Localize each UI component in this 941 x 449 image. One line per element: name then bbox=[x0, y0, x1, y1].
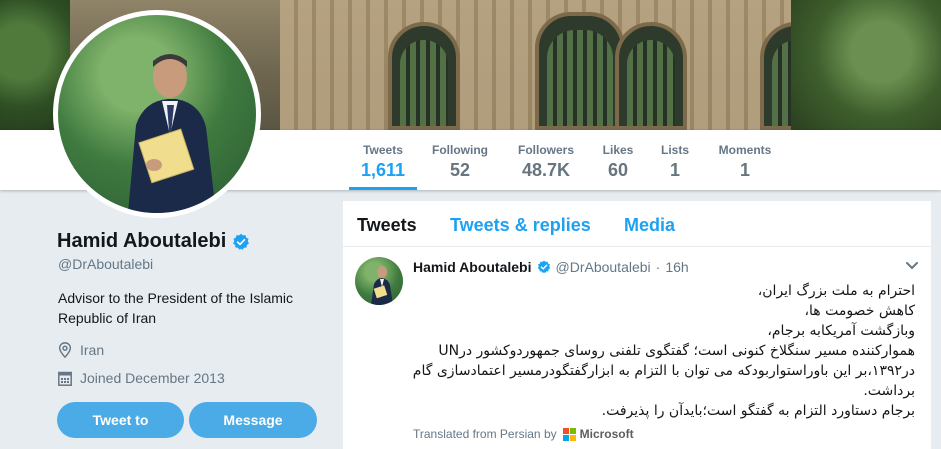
calendar-icon bbox=[58, 371, 72, 386]
profile-bio: Advisor to the President of the Islamic … bbox=[58, 288, 318, 328]
translated-prefix: Translated from Persian by bbox=[413, 427, 557, 441]
stat-label: Likes bbox=[602, 143, 634, 157]
stat-moments[interactable]: Moments 1 bbox=[714, 130, 776, 190]
profile-name-text: Hamid Aboutalebi bbox=[57, 230, 227, 252]
tweet-author-handle[interactable]: @DrAboutalebi bbox=[556, 259, 651, 275]
stat-value: 1 bbox=[669, 160, 680, 180]
tweet-text-line: برجام دستاورد التزام به گفتگو است؛بایدآن… bbox=[601, 403, 915, 419]
tweet-timestamp[interactable]: 16h bbox=[665, 259, 688, 275]
tweet-text-line: وبازگشت آمریکابه برجام، bbox=[767, 323, 915, 339]
stat-value: 1 bbox=[739, 160, 750, 180]
joined-text: Joined December 2013 bbox=[80, 370, 225, 386]
location-text: Iran bbox=[80, 342, 105, 358]
tweet-separator: · bbox=[655, 259, 661, 275]
tweet-text-line: در۱۳۹۲،بر این باوراستواربودکه می توان با… bbox=[412, 363, 915, 379]
stat-lists[interactable]: Lists 1 bbox=[657, 130, 693, 190]
stat-label: Following bbox=[432, 143, 488, 157]
stat-value: 52 bbox=[449, 160, 471, 180]
translation-attribution: Translated from Persian by Microsoft bbox=[413, 427, 634, 441]
stat-value: 1,611 bbox=[360, 160, 406, 180]
stat-value: 60 bbox=[607, 160, 629, 180]
bio-line: Advisor to the President of the Islamic bbox=[58, 290, 293, 306]
profile-avatar[interactable] bbox=[53, 10, 261, 218]
stat-label: Moments bbox=[718, 143, 772, 157]
tweet-author-name[interactable]: Hamid Aboutalebi bbox=[413, 259, 532, 275]
profile-location: Iran bbox=[58, 342, 104, 358]
tab-media[interactable]: Media bbox=[624, 215, 675, 236]
translator-name[interactable]: Microsoft bbox=[580, 427, 634, 441]
tweet-item[interactable]: Hamid Aboutalebi @DrAboutalebi · 16h احت… bbox=[343, 247, 931, 449]
bio-line: Republic of Iran bbox=[58, 310, 157, 326]
location-pin-icon bbox=[58, 342, 72, 358]
tweet-avatar[interactable] bbox=[355, 257, 403, 305]
chevron-down-icon[interactable] bbox=[905, 261, 919, 271]
stat-label: Followers bbox=[517, 143, 574, 157]
stat-following[interactable]: Following 52 bbox=[428, 130, 492, 190]
timeline-panel: Tweets Tweets & replies Media Hamid Abou… bbox=[343, 201, 931, 449]
stat-label: Lists bbox=[660, 143, 689, 157]
tweet-text-line: هموارکننده مسیر سنگلاخ کنونی است؛ گفتگوی… bbox=[438, 343, 915, 359]
verified-badge-icon bbox=[537, 260, 550, 274]
tweet-text-line: برداشت. bbox=[863, 383, 915, 399]
tweet-text-line: کاهش خصومت ها، bbox=[804, 303, 915, 319]
tab-tweets-and-replies[interactable]: Tweets & replies bbox=[450, 215, 591, 236]
stat-label: Tweets bbox=[363, 143, 403, 157]
tweet-text-line: احترام به ملت بزرگ ایران، bbox=[757, 283, 915, 299]
tweet-header: Hamid Aboutalebi @DrAboutalebi · 16h bbox=[413, 259, 689, 275]
microsoft-logo-icon bbox=[562, 427, 576, 441]
tab-tweets[interactable]: Tweets bbox=[357, 215, 417, 236]
tweet-text: احترام به ملت بزرگ ایران، کاهش خصومت ها،… bbox=[413, 281, 915, 421]
tweet-to-button[interactable]: Tweet to bbox=[57, 402, 184, 438]
profile-name: Hamid Aboutalebi bbox=[57, 230, 250, 253]
stat-tweets[interactable]: Tweets 1,611 bbox=[349, 130, 417, 190]
message-button[interactable]: Message bbox=[189, 402, 317, 438]
timeline-tabs: Tweets Tweets & replies Media bbox=[343, 201, 931, 247]
stat-value: 48.7K bbox=[521, 160, 571, 180]
profile-handle[interactable]: @DrAboutalebi bbox=[58, 256, 153, 272]
stat-likes[interactable]: Likes 60 bbox=[598, 130, 638, 190]
verified-badge-icon bbox=[233, 233, 250, 250]
stat-followers[interactable]: Followers 48.7K bbox=[513, 130, 579, 190]
profile-joined: Joined December 2013 bbox=[58, 370, 225, 386]
